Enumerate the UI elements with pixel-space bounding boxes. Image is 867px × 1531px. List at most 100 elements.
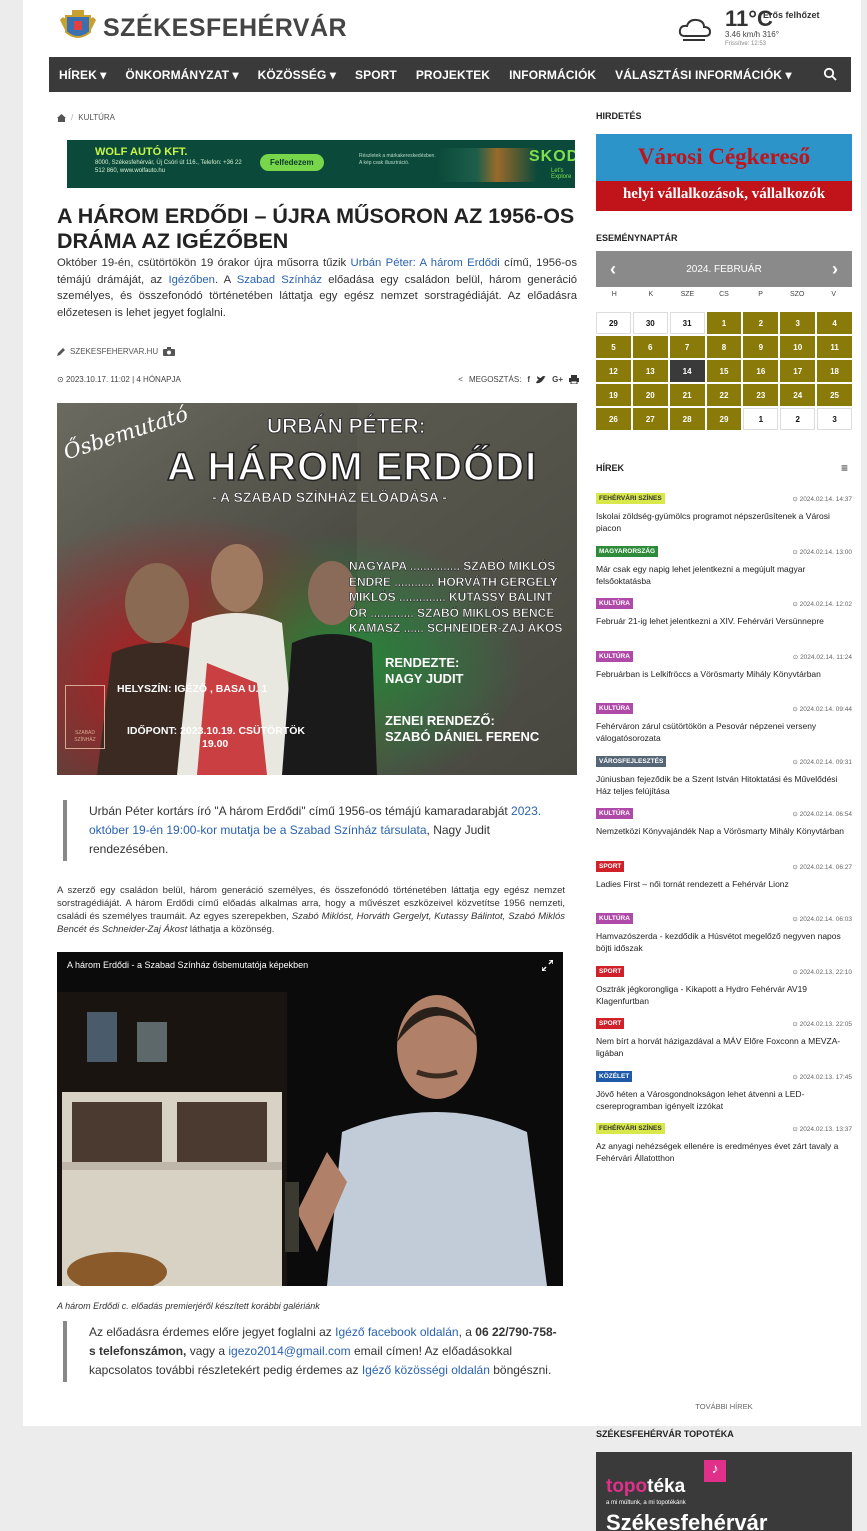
news-category-badge[interactable]: SPORT (596, 1018, 625, 1029)
source-name[interactable]: SZEKESFEHERVAR.HU (70, 347, 158, 356)
news-title[interactable]: Már csak egy napig lehet jelentkezni a m… (596, 563, 846, 587)
more-news-link[interactable]: TOVÁBBI HÍREK (596, 1402, 852, 1411)
menu-icon[interactable]: ≡ (841, 461, 848, 475)
news-title[interactable]: Ladies First – női tornát rendezett a Fe… (596, 878, 846, 890)
calendar-day[interactable]: 19 (596, 384, 631, 406)
news-category-badge[interactable]: SPORT (596, 860, 625, 872)
news-item[interactable]: SPORT ⊙ 2024.02.13. 22:05 Nem bírt a horvá… (596, 1018, 852, 1071)
twitter-icon[interactable] (536, 375, 547, 384)
calendar-day[interactable]: 28 (669, 408, 705, 430)
news-item[interactable]: MAGYARORSZÁG ⊙ 2024.02.14. 13:00 Már csak … (596, 545, 852, 599)
google-plus-icon[interactable]: G+ (552, 375, 563, 384)
news-item[interactable]: SPORT ⊙ 2024.02.13. 22:10 Osztrák jégkoron… (596, 965, 852, 1019)
site-logo-text[interactable]: SZÉKESFEHÉRVÁR (103, 14, 347, 43)
news-category-badge[interactable]: FEHÉRVÁRI SZÍNES (596, 1123, 665, 1134)
news-category-badge[interactable]: SPORT (596, 965, 625, 977)
fullscreen-icon[interactable] (542, 960, 553, 971)
news-title[interactable]: Nemzetközi Könyvajándék Nap a Vörösmarty… (596, 825, 846, 837)
city-crest-icon[interactable] (58, 6, 98, 46)
calendar-prev-icon[interactable]: ‹ (610, 259, 616, 280)
calendar-next-icon[interactable]: › (832, 259, 838, 280)
calendar-day[interactable]: 24 (780, 384, 816, 406)
news-item[interactable]: KULTÚRA ⊙ 2024.02.14. 12:02 Február 21-ig … (596, 598, 852, 651)
print-icon[interactable] (569, 375, 579, 384)
lead-link-play[interactable]: Urbán Péter: A három Erdődi (351, 257, 500, 269)
news-item[interactable]: FEHÉRVÁRI SZÍNES ⊙ 2024.02.13. 13:37 Az an… (596, 1123, 852, 1176)
news-title[interactable]: Februárban is Lelkifröccs a Vörösmarty M… (596, 668, 846, 680)
news-category-badge[interactable]: KULTÚRA (596, 703, 633, 714)
calendar-day[interactable]: 2 (780, 408, 816, 430)
breadcrumb-section[interactable]: KULTÚRA (78, 113, 115, 122)
news-title[interactable]: Nem bírt a horvát házigazdával a MÁV Elő… (596, 1035, 846, 1059)
calendar-day[interactable]: 15 (706, 360, 742, 382)
calendar-day[interactable]: 7 (669, 336, 705, 358)
news-title[interactable]: Február 21-ig lehet jelentkezni a XIV. F… (596, 615, 846, 627)
calendar-day[interactable]: 3 (780, 312, 816, 334)
news-item[interactable]: KULTÚRA ⊙ 2024.02.14. 11:24 Februárban is … (596, 650, 852, 704)
calendar-day[interactable]: 29 (706, 408, 742, 430)
lead-link-szabad-szinhaz[interactable]: Szabad Színház (237, 274, 322, 286)
calendar-day[interactable]: 1 (706, 312, 742, 334)
news-category-badge[interactable]: FEHÉRVÁRI SZÍNES (596, 493, 665, 504)
news-title[interactable]: Fehérváron zárul csütörtökön a Pesovár n… (596, 720, 846, 744)
calendar-day[interactable]: 1 (743, 408, 779, 430)
news-item[interactable]: SPORT ⊙ 2024.02.14. 06:27 Ladies First – n… (596, 860, 852, 914)
nav-item-projektek[interactable]: PROJEKTEK (416, 68, 490, 82)
nav-item-onkormanyzat[interactable]: ÖNKORMÁNYZAT ▾ (125, 68, 238, 82)
calendar-day[interactable]: 22 (706, 384, 742, 406)
nav-item-informaciok[interactable]: INFORMÁCIÓK (509, 68, 596, 82)
calendar-day[interactable]: 23 (743, 384, 779, 406)
nav-item-hirek[interactable]: HÍREK ▾ (59, 68, 106, 82)
nav-item-valasztasi[interactable]: VÁLASZTÁSI INFORMÁCIÓK ▾ (615, 68, 791, 82)
link-igezo-community[interactable]: Igéző közösségi oldalán (362, 1363, 490, 1377)
news-title[interactable]: Osztrák jégkorongliga - Kikapott a Hydro… (596, 983, 846, 1007)
calendar-day[interactable]: 3 (817, 408, 852, 430)
news-category-badge[interactable]: KULTÚRA (596, 650, 633, 662)
news-title[interactable]: Jövő héten a Városgondnokságon lehet átv… (596, 1088, 846, 1112)
link-email[interactable]: igezo2014@gmail.com (228, 1344, 350, 1358)
ad-cta-button[interactable]: Felfedezem (260, 154, 324, 171)
article-poster-image[interactable]: Ősbemutató URBÁN PÉTER: A HÁROM ERDŐDI -… (57, 403, 577, 775)
news-category-badge[interactable]: MAGYARORSZÁG (596, 545, 659, 557)
news-category-badge[interactable]: KÖZÉLET (596, 1070, 633, 1082)
news-item[interactable]: KULTÚRA ⊙ 2024.02.14. 06:54 Nemzetközi Kön… (596, 808, 852, 861)
calendar-day[interactable]: 18 (817, 360, 852, 382)
facebook-icon[interactable]: f (527, 375, 530, 384)
calendar-day[interactable]: 13 (632, 360, 668, 382)
calendar-day[interactable]: 20 (632, 384, 668, 406)
news-item[interactable]: KÖZÉLET ⊙ 2024.02.13. 17:45 Jövő héten a V… (596, 1070, 852, 1124)
calendar-day[interactable]: 6 (632, 336, 668, 358)
calendar-day[interactable]: 8 (706, 336, 742, 358)
topoteka-banner[interactable]: topotéka ♪ a mi múltunk, a mi topotékánk… (596, 1452, 852, 1531)
calendar-day[interactable]: 14 (669, 360, 705, 382)
news-title[interactable]: Júniusban fejeződik be a Szent István Hi… (596, 773, 846, 797)
link-igezo-facebook[interactable]: Igéző facebook oldalán (335, 1325, 458, 1339)
calendar-day[interactable]: 10 (780, 336, 816, 358)
news-item[interactable]: KULTÚRA ⊙ 2024.02.14. 09:44 Fehérváron zár… (596, 703, 852, 756)
lead-link-igezo[interactable]: Igézőben (168, 274, 214, 286)
skoda-ad-banner[interactable]: WOLF AUTÓ KFT. 8000, Székesfehérvár, Új … (67, 140, 575, 188)
news-category-badge[interactable]: KULTÚRA (596, 808, 633, 819)
news-category-badge[interactable]: KULTÚRA (596, 913, 633, 924)
calendar-day[interactable]: 17 (780, 360, 816, 382)
calendar-day[interactable]: 27 (632, 408, 668, 430)
calendar-day[interactable]: 12 (596, 360, 631, 382)
city-directory-ad[interactable]: Városi Cégkereső helyi vállalkozások, vá… (596, 134, 852, 211)
news-title[interactable]: Hamvazószerda - kezdődik a Húsvétot mege… (596, 930, 846, 954)
news-title[interactable]: Iskolai zöldség-gyümölcs programot népsz… (596, 510, 846, 534)
news-category-badge[interactable]: VÁROSFEJLESZTÉS (596, 755, 667, 767)
home-icon[interactable] (57, 113, 66, 122)
news-item[interactable]: FEHÉRVÁRI SZÍNES ⊙ 2024.02.14. 14:37 Iskol… (596, 493, 852, 546)
calendar-day[interactable]: 31 (669, 312, 705, 334)
nav-item-kozosseg[interactable]: KÖZÖSSÉG ▾ (258, 68, 336, 82)
calendar-day[interactable]: 21 (669, 384, 705, 406)
calendar-day[interactable]: 30 (632, 312, 668, 334)
calendar-day[interactable]: 5 (596, 336, 631, 358)
gallery-embed[interactable]: A három Erdődi - a Szabad Színház ősbemu… (57, 952, 563, 1286)
calendar-day[interactable]: 11 (817, 336, 852, 358)
calendar-day[interactable]: 26 (596, 408, 631, 430)
calendar-day[interactable]: 4 (817, 312, 852, 334)
search-icon[interactable] (823, 67, 837, 81)
calendar-day[interactable]: 9 (743, 336, 779, 358)
news-item[interactable]: KULTÚRA ⊙ 2024.02.14. 06:03 Hamvazószerda … (596, 913, 852, 966)
